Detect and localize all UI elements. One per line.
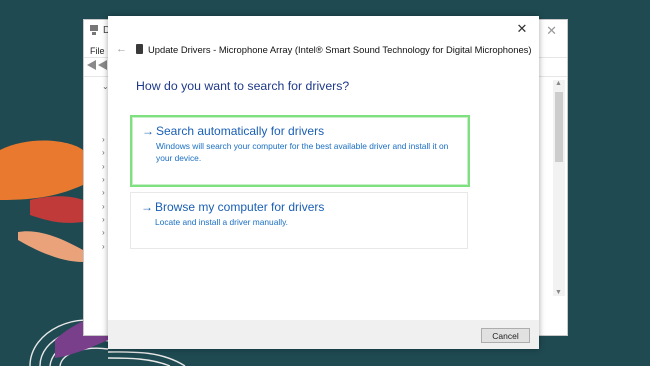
dialog-footer: Cancel [108, 320, 539, 349]
browse-my-computer-option[interactable]: → Browse my computer for drivers Locate … [130, 192, 468, 249]
scrollbar-thumb[interactable] [555, 92, 563, 162]
scroll-up-icon[interactable]: ▲ [555, 80, 562, 87]
back-arrow-icon[interactable] [87, 60, 96, 70]
right-arrow-icon: → [142, 124, 154, 138]
dialog-close-icon[interactable]: ✕ [514, 21, 530, 37]
device-manager-toolbar [87, 60, 107, 72]
scroll-down-icon[interactable]: ▼ [555, 289, 562, 296]
device-manager-icon [90, 25, 98, 35]
option-title: Search automatically for drivers [156, 124, 325, 138]
menu-item-file[interactable]: File [90, 46, 105, 56]
update-drivers-dialog: ✕ ← Update Drivers - Microphone Array (I… [108, 16, 539, 349]
option-description: Windows will search your computer for th… [156, 141, 449, 163]
forward-arrow-icon[interactable] [98, 60, 107, 70]
dialog-title: Update Drivers - Microphone Array (Intel… [148, 44, 532, 55]
back-arrow-icon[interactable]: ← [116, 43, 127, 55]
cancel-button[interactable]: Cancel [481, 328, 530, 343]
search-automatically-option[interactable]: → Search automatically for drivers Windo… [130, 115, 470, 187]
page-heading: How do you want to search for drivers? [136, 79, 350, 93]
option-title: Browse my computer for drivers [155, 200, 325, 214]
option-description: Locate and install a driver manually. [155, 217, 288, 227]
right-arrow-icon: → [141, 200, 153, 214]
device-tree-scrollbar[interactable]: ▲ ▼ [553, 80, 565, 296]
device-manager-close-icon[interactable]: ✕ [546, 23, 557, 39]
device-driver-icon [136, 44, 143, 54]
